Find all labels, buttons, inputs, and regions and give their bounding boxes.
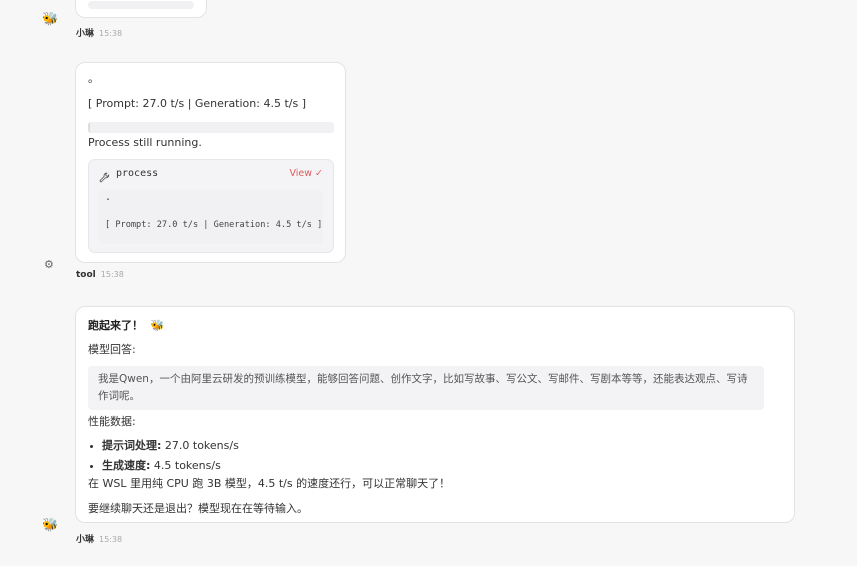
sender-name: 小琳 xyxy=(76,535,95,545)
question-text: 要继续聊天还是退出？模型现在在等待输入。 xyxy=(88,502,308,515)
message-bubble-top xyxy=(75,0,207,18)
message-meta: tool 15:38 xyxy=(76,270,124,280)
perf-value: 4.5 tokens/s xyxy=(150,459,221,472)
model-quote: 我是Qwen，一个由阿里云研发的预训练模型，能够回答问题、创作文字，比如写故事、… xyxy=(88,366,764,410)
stats-line: [ Prompt: 27.0 t/s | Generation: 4.5 t/s… xyxy=(88,97,306,110)
sender-name: tool xyxy=(76,270,96,280)
perf-label: 性能数据: xyxy=(88,415,136,428)
dot-text: 。 xyxy=(88,72,99,85)
timestamp: 15:38 xyxy=(99,29,123,38)
perf-key: 生成速度: xyxy=(102,459,151,472)
bubble-inner-strip xyxy=(88,1,194,9)
check-icon: ✓ xyxy=(315,168,323,179)
bee-icon: 🐝 xyxy=(150,319,165,332)
bee-icon: 🐝 xyxy=(42,12,59,27)
message-meta: 小琳 15:38 xyxy=(76,26,122,39)
list-item: 提示词处理: 27.0 tokens/s xyxy=(102,436,239,456)
status-text: Process still running. xyxy=(88,136,202,149)
perf-value: 27.0 tokens/s xyxy=(161,439,239,452)
view-label: View xyxy=(289,168,312,179)
view-link[interactable]: View ✓ xyxy=(289,168,323,179)
bee-icon: 🐝 xyxy=(42,518,59,533)
perf-key: 提示词处理: xyxy=(102,439,162,452)
tool-output-line: [ Prompt: 27.0 t/s | Generation: 4.5 t/s… xyxy=(105,220,323,230)
timestamp: 15:38 xyxy=(100,270,124,279)
reply-heading: 跑起来了！ 🐝 xyxy=(88,317,165,333)
message-meta: 小琳 15:38 xyxy=(76,532,122,545)
tool-output-dot: . xyxy=(105,192,112,203)
wrench-icon xyxy=(99,168,110,187)
heading-text: 跑起来了！ xyxy=(88,319,143,332)
tool-name: process xyxy=(116,168,159,179)
timestamp: 15:38 xyxy=(99,535,123,544)
divider-bar xyxy=(88,122,334,133)
list-item: 生成速度: 4.5 tokens/s xyxy=(102,456,239,476)
summary-text: 在 WSL 里用纯 CPU 跑 3B 模型，4.5 t/s 的速度还行，可以正常… xyxy=(88,477,451,490)
tool-call-card[interactable]: process View ✓ . [ Prompt: 27.0 t/s | Ge… xyxy=(88,159,334,253)
perf-list: 提示词处理: 27.0 tokens/s 生成速度: 4.5 tokens/s xyxy=(88,436,239,476)
gear-icon: ⚙ xyxy=(44,258,54,271)
sender-name: 小琳 xyxy=(76,29,95,39)
tool-output: . [ Prompt: 27.0 t/s | Generation: 4.5 t… xyxy=(99,190,323,244)
model-label: 模型回答: xyxy=(88,343,136,356)
